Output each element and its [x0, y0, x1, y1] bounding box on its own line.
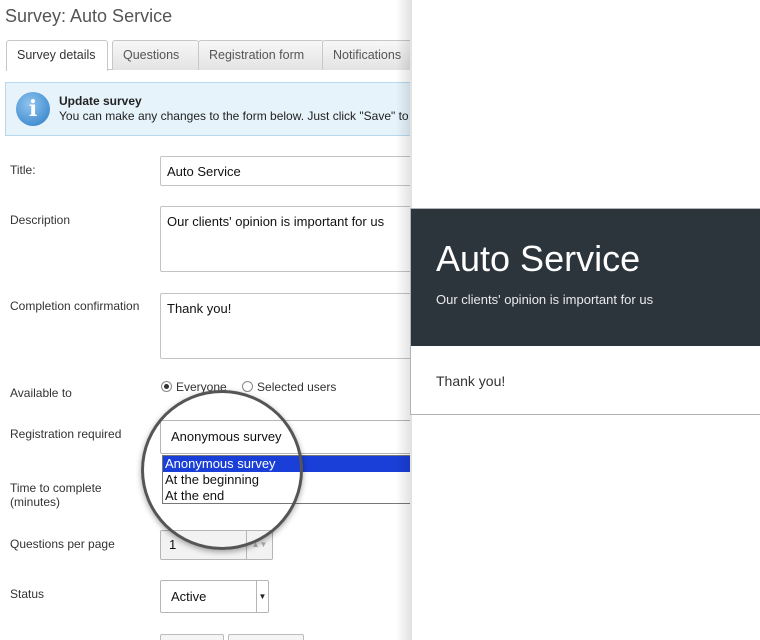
radio-selected-users[interactable]: Selected users: [242, 380, 336, 394]
questions-per-page-spinner[interactable]: 1 ▲▼: [160, 530, 273, 560]
option-at-the-beginning[interactable]: At the beginning: [163, 472, 410, 488]
preview-description: Our clients' opinion is important for us: [436, 292, 654, 307]
preview-header: Auto Service Our clients' opinion is imp…: [411, 209, 760, 346]
completion-confirmation-textarea[interactable]: Thank you!: [160, 293, 410, 359]
option-at-the-end[interactable]: At the end: [163, 488, 410, 504]
preview-confirmation: Thank you!: [436, 373, 506, 389]
save-button[interactable]: [160, 634, 224, 640]
survey-preview-card: Auto Service Our clients' opinion is imp…: [410, 208, 760, 415]
available-to-radio-group: Everyone Selected users: [161, 380, 336, 394]
status-label: Status: [10, 587, 45, 601]
registration-options-list: Anonymous survey At the beginning At the…: [162, 455, 410, 504]
cancel-button[interactable]: [228, 634, 304, 640]
preview-title: Auto Service: [436, 238, 641, 279]
info-message: i Update survey You can make any changes…: [5, 82, 410, 136]
available-to-label: Available to: [10, 386, 72, 400]
info-text: You can make any changes to the form bel…: [59, 109, 409, 123]
radio-everyone[interactable]: Everyone: [161, 380, 227, 394]
option-anonymous-survey[interactable]: Anonymous survey: [163, 456, 410, 472]
spinner-arrows-icon[interactable]: ▲▼: [246, 531, 272, 559]
radio-unchecked-icon[interactable]: [242, 381, 254, 392]
tab-survey-details[interactable]: Survey details: [6, 40, 108, 71]
title-label: Title:: [10, 163, 36, 177]
info-title: Update survey: [59, 94, 142, 108]
chevron-down-icon[interactable]: ▼: [256, 581, 268, 612]
tab-registration-form[interactable]: Registration form: [198, 40, 324, 70]
completion-confirmation-label: Completion confirmation: [10, 299, 140, 313]
survey-editor-panel: Survey: Auto Service Survey details Ques…: [0, 0, 410, 640]
time-to-complete-label: Time to complete (minutes): [10, 481, 102, 509]
info-icon: i: [16, 92, 50, 126]
description-label: Description: [10, 213, 71, 227]
registration-required-select[interactable]: Anonymous survey: [160, 420, 410, 454]
questions-per-page-label: Questions per page: [10, 537, 115, 551]
tab-bar: Survey details Questions Registration fo…: [6, 40, 410, 71]
status-select[interactable]: Active ▼: [160, 580, 269, 613]
radio-checked-icon[interactable]: [161, 381, 172, 392]
description-textarea[interactable]: Our clients' opinion is important for us: [160, 206, 410, 272]
page-title: Survey: Auto Service: [5, 6, 173, 26]
tab-questions[interactable]: Questions: [112, 40, 199, 70]
registration-required-label: Registration required: [10, 427, 122, 441]
title-input[interactable]: Auto Service: [160, 156, 410, 186]
